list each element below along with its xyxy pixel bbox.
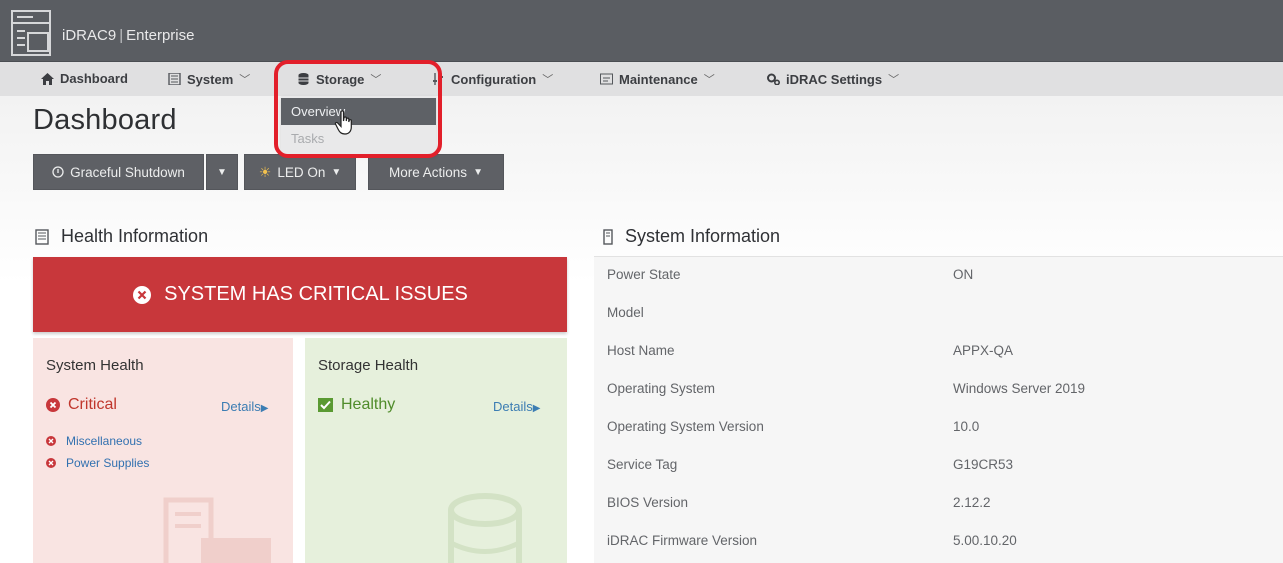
info-label: Operating System Version: [607, 419, 764, 434]
storage-health-details-link[interactable]: Details▶: [493, 399, 540, 414]
led-on-button[interactable]: ☀ LED On ▼: [244, 154, 356, 190]
chevron-down-icon: ﹀: [703, 74, 715, 86]
system-information-heading: System Information: [603, 226, 780, 247]
error-icon: [133, 285, 152, 304]
details-label: Details: [221, 399, 261, 414]
critical-icon: [46, 398, 60, 412]
shutdown-dropdown-button[interactable]: ▼: [206, 154, 238, 190]
caret-down-icon: ▼: [217, 166, 227, 178]
system-health-details-link[interactable]: Details▶: [221, 399, 268, 414]
highlight-annotation: [274, 60, 442, 158]
storage-health-card: Storage Health Healthy Details▶: [305, 338, 567, 563]
info-value: 10.0: [953, 419, 980, 434]
info-value: Windows Server 2019: [953, 381, 1086, 396]
issue-miscellaneous-label: Miscellaneous: [66, 434, 143, 448]
nav-dashboard-label: Dashboard: [60, 71, 128, 86]
info-value: APPX-QA: [953, 343, 1014, 358]
storage-health-status-text: Healthy: [341, 396, 396, 413]
health-information-heading: Health Information: [35, 226, 208, 247]
caret-right-icon: ▶: [532, 403, 541, 414]
info-row-idrac-firmware: iDRAC Firmware Version 5.00.10.20: [594, 523, 1283, 561]
info-row-bios-version: BIOS Version 2.12.2: [594, 485, 1283, 523]
issue-power-supplies[interactable]: Power Supplies: [46, 456, 149, 470]
hand-cursor-icon: [334, 110, 352, 135]
app-title: iDRAC9 | Enterprise: [62, 27, 195, 44]
info-row-model: Model: [594, 295, 1283, 333]
info-row-os-version: Operating System Version 10.0: [594, 409, 1283, 447]
nav-maintenance[interactable]: Maintenance ﹀: [600, 71, 715, 87]
info-label: iDRAC Firmware Version: [607, 533, 758, 548]
main-nav: Dashboard System ﹀ Storage ﹀ Configurati…: [0, 62, 1283, 96]
info-label: Operating System: [607, 381, 716, 396]
app-edition: Enterprise: [126, 27, 195, 44]
graceful-shutdown-label: Graceful Shutdown: [70, 164, 185, 180]
info-row-power-state: Power State ON: [594, 257, 1283, 295]
nav-dashboard[interactable]: Dashboard: [41, 71, 128, 86]
nav-idrac-settings[interactable]: iDRAC Settings ﹀: [767, 71, 899, 87]
info-label: Host Name: [607, 343, 675, 358]
more-actions-button[interactable]: More Actions ▼: [368, 154, 504, 190]
system-health-title: System Health: [46, 357, 144, 374]
sun-icon: ☀: [258, 163, 272, 180]
info-label: Power State: [607, 267, 681, 282]
issue-power-supplies-label: Power Supplies: [66, 456, 150, 470]
critical-icon: [46, 436, 56, 446]
server-watermark-icon: [163, 497, 271, 563]
info-value: 2.12.2: [953, 495, 991, 510]
chevron-down-icon: ﹀: [542, 74, 554, 86]
caret-down-icon: ▼: [331, 166, 342, 178]
title-bar: iDRAC9 | Enterprise: [0, 0, 1283, 62]
nav-system[interactable]: System ﹀: [168, 71, 250, 87]
nav-idrac-settings-label: iDRAC Settings: [786, 71, 883, 87]
power-icon: [52, 166, 64, 178]
gears-icon: [767, 73, 780, 85]
system-health-card: System Health Critical Details▶ Miscella…: [33, 338, 293, 563]
critical-banner-text: SYSTEM HAS CRITICAL ISSUES: [164, 283, 468, 305]
check-icon: [318, 398, 333, 412]
chevron-down-icon: ﹀: [239, 74, 251, 86]
info-value: ON: [953, 267, 974, 282]
server-icon: [35, 228, 49, 245]
page-title: Dashboard: [33, 104, 177, 136]
critical-icon: [46, 458, 56, 468]
app-name: iDRAC9: [62, 27, 117, 44]
nav-configuration-label: Configuration: [451, 71, 537, 87]
caret-down-icon: ▼: [473, 166, 483, 178]
system-health-status-text: Critical: [68, 396, 117, 413]
storage-health-status: Healthy: [318, 396, 395, 414]
info-row-host-name: Host Name APPX-QA: [594, 333, 1283, 371]
server-icon: [168, 73, 181, 85]
system-information-label: System Information: [625, 226, 781, 246]
critical-issues-banner: SYSTEM HAS CRITICAL ISSUES: [33, 257, 567, 332]
details-label: Details: [493, 399, 533, 414]
info-row-service-tag: Service Tag G19CR53: [594, 447, 1283, 485]
chevron-down-icon: ﹀: [888, 74, 900, 86]
home-icon: [41, 72, 54, 85]
storage-health-title: Storage Health: [318, 357, 419, 374]
led-on-label: LED On: [277, 164, 326, 180]
info-value: 5.00.10.20: [953, 533, 1017, 548]
tower-server-icon: [603, 228, 613, 245]
system-information-table: Power State ON Model Host Name APPX-QA O…: [594, 256, 1283, 563]
nav-system-label: System: [187, 71, 234, 87]
maintenance-icon: [600, 73, 613, 85]
nav-maintenance-label: Maintenance: [619, 71, 698, 87]
info-label: BIOS Version: [607, 495, 689, 510]
system-health-status: Critical: [46, 396, 117, 414]
info-value: G19CR53: [953, 457, 1014, 472]
info-label: Service Tag: [607, 457, 678, 472]
disk-watermark-icon: [448, 493, 522, 563]
graceful-shutdown-button[interactable]: Graceful Shutdown: [33, 154, 204, 190]
health-information-label: Health Information: [61, 226, 209, 246]
caret-right-icon: ▶: [260, 403, 269, 414]
info-row-operating-system: Operating System Windows Server 2019: [594, 371, 1283, 409]
nav-configuration[interactable]: Configuration ﹀: [432, 71, 553, 87]
more-actions-label: More Actions: [389, 164, 468, 180]
idrac-logo-icon: [11, 10, 51, 56]
info-label: Model: [607, 305, 644, 320]
issue-miscellaneous[interactable]: Miscellaneous: [46, 434, 142, 448]
